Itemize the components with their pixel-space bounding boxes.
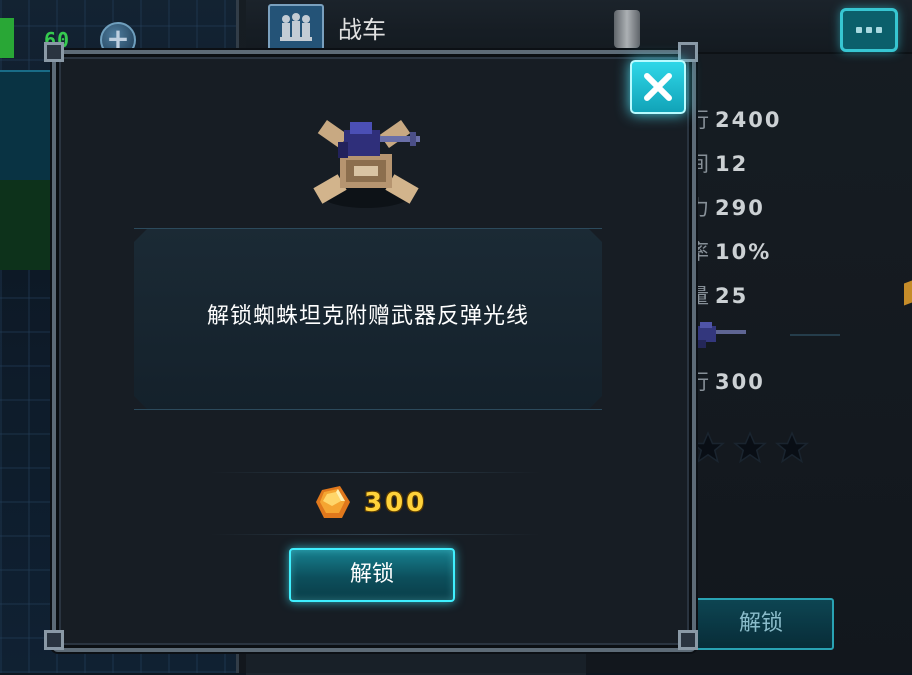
unlock-button[interactable]: 解锁: [289, 548, 455, 602]
dialog-corner: [678, 630, 698, 650]
divider: [210, 534, 540, 535]
dialog-corner: [678, 42, 698, 62]
close-button[interactable]: [630, 60, 686, 114]
close-icon: [644, 73, 672, 101]
dialog-corner: [44, 630, 64, 650]
unlock-description: 解锁蜘蛛坦克附赠武器反弹光线: [206, 304, 529, 329]
divider: [210, 472, 540, 473]
spider-tank-icon: [310, 114, 426, 222]
unlock-price: 300: [364, 488, 428, 518]
dialog-corner: [44, 42, 64, 62]
gem-icon: [314, 484, 352, 526]
